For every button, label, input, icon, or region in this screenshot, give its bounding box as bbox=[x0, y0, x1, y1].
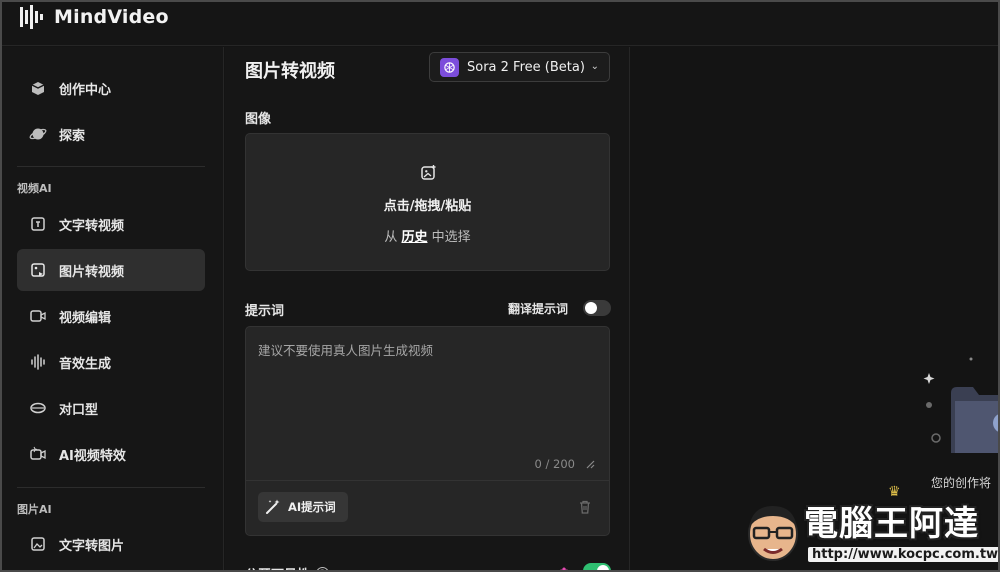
sidebar-item-label: 文字转图片 bbox=[59, 538, 125, 554]
section-label-image-ai: 图片AI bbox=[17, 503, 52, 516]
toggle-knob bbox=[597, 565, 609, 570]
top-bar: MindVideo bbox=[2, 2, 998, 46]
text-image-icon bbox=[29, 535, 47, 553]
watermark-title: 電腦王阿達 bbox=[804, 504, 979, 544]
audio-wave-icon bbox=[29, 353, 47, 371]
video-edit-icon bbox=[29, 307, 47, 325]
char-counter: 0 / 200 bbox=[534, 457, 575, 471]
empty-state-text: 您的创作将 bbox=[931, 476, 992, 490]
add-image-icon bbox=[421, 165, 436, 180]
openai-icon bbox=[440, 57, 459, 77]
sidebar-item-text-to-video[interactable]: 文字转视频 bbox=[17, 203, 205, 245]
public-visibility-toggle[interactable] bbox=[583, 563, 611, 570]
sidebar-item-image-to-video[interactable]: 图片转视频 bbox=[17, 249, 205, 291]
mascot-face-icon bbox=[748, 506, 798, 561]
model-select-value: Sora 2 Free (Beta) bbox=[467, 59, 585, 75]
toggle-knob bbox=[585, 302, 597, 314]
public-visibility-row: 公开可见性 ? bbox=[245, 564, 330, 570]
image-label: 图像 bbox=[245, 112, 272, 127]
video-effects-icon bbox=[29, 445, 47, 463]
resize-handle-icon[interactable] bbox=[585, 459, 595, 469]
upload-history-line: 从 历史 中选择 bbox=[246, 226, 609, 245]
upload-history-prefix: 从 bbox=[384, 230, 398, 245]
app-window: MindVideo 创作中心 探索 视频AI 文字转视频 图片转视频 视频编辑 … bbox=[0, 0, 1000, 572]
image-video-icon bbox=[29, 261, 47, 279]
gem-icon: ✿ bbox=[559, 565, 570, 572]
sidebar-item-ai-video-effects[interactable]: AI视频特效 bbox=[17, 433, 205, 475]
sidebar-divider bbox=[17, 487, 205, 488]
sidebar-item-audio-gen[interactable]: 音效生成 bbox=[17, 341, 205, 383]
watermark-url: http://www.kocpc.com.tw bbox=[808, 547, 998, 562]
prompt-input[interactable] bbox=[258, 340, 598, 440]
sidebar-divider bbox=[17, 166, 205, 167]
sidebar-item-label: 对口型 bbox=[59, 402, 99, 418]
empty-folder-illustration bbox=[923, 357, 998, 453]
sidebar-item-creation-center[interactable]: 创作中心 bbox=[17, 67, 205, 109]
sidebar-item-video-edit[interactable]: 视频编辑 bbox=[17, 295, 205, 337]
app-name: MindVideo bbox=[54, 6, 169, 28]
box-icon bbox=[29, 79, 47, 97]
watermark: ♛ 電腦王阿達 http://www.kocpc.com.tw bbox=[742, 484, 998, 570]
sidebar-item-text-to-image[interactable]: 文字转图片 bbox=[17, 523, 205, 565]
page-title: 图片转视频 bbox=[245, 61, 335, 82]
ai-prompt-button-label: AI提示词 bbox=[288, 500, 336, 514]
help-icon[interactable]: ? bbox=[316, 567, 330, 570]
sidebar-item-label: 视频编辑 bbox=[59, 310, 112, 326]
prompt-divider bbox=[246, 480, 609, 481]
sidebar-item-label: 图片转视频 bbox=[59, 264, 125, 280]
trash-icon[interactable] bbox=[577, 499, 593, 515]
prompt-label: 提示词 bbox=[245, 304, 285, 319]
sidebar-item-explore[interactable]: 探索 bbox=[17, 113, 205, 155]
translate-prompt-toggle[interactable] bbox=[583, 300, 611, 316]
upload-history-suffix: 中选择 bbox=[431, 230, 471, 245]
image-upload-dropzone[interactable]: 点击/拖拽/粘贴 从 历史 中选择 bbox=[245, 133, 610, 271]
sidebar-item-label: 文字转视频 bbox=[59, 218, 125, 234]
ai-prompt-button[interactable]: AI提示词 bbox=[258, 492, 348, 522]
sidebar-item-label: 创作中心 bbox=[59, 82, 112, 98]
history-link[interactable]: 历史 bbox=[401, 230, 427, 245]
sidebar-item-label: 探索 bbox=[59, 128, 86, 144]
public-visibility-label: 公开可见性 bbox=[245, 564, 310, 570]
section-label-video-ai: 视频AI bbox=[17, 182, 52, 195]
prompt-box: 0 / 200 AI提示词 bbox=[245, 326, 610, 536]
logo-icon bbox=[20, 5, 43, 29]
sidebar-item-lip-sync[interactable]: 对口型 bbox=[17, 387, 205, 429]
sidebar: 创作中心 探索 视频AI 文字转视频 图片转视频 视频编辑 音效生成 对口型 A… bbox=[2, 47, 224, 570]
form-panel: 图片转视频 Sora 2 Free (Beta) ⌄ 图像 点击/拖拽/粘贴 从… bbox=[225, 47, 630, 572]
chevron-down-icon: ⌄ bbox=[590, 61, 599, 72]
planet-icon bbox=[29, 125, 47, 143]
translate-prompt-label: 翻译提示词 bbox=[508, 302, 569, 316]
sidebar-item-label: AI视频特效 bbox=[59, 448, 126, 464]
logo[interactable]: MindVideo bbox=[18, 5, 169, 29]
model-select[interactable]: Sora 2 Free (Beta) ⌄ bbox=[429, 52, 610, 82]
sidebar-item-label: 音效生成 bbox=[59, 356, 112, 372]
lips-icon bbox=[29, 399, 47, 417]
text-video-icon bbox=[29, 215, 47, 233]
magic-wand-icon bbox=[266, 499, 280, 514]
upload-instruction: 点击/拖拽/粘贴 bbox=[383, 199, 472, 214]
